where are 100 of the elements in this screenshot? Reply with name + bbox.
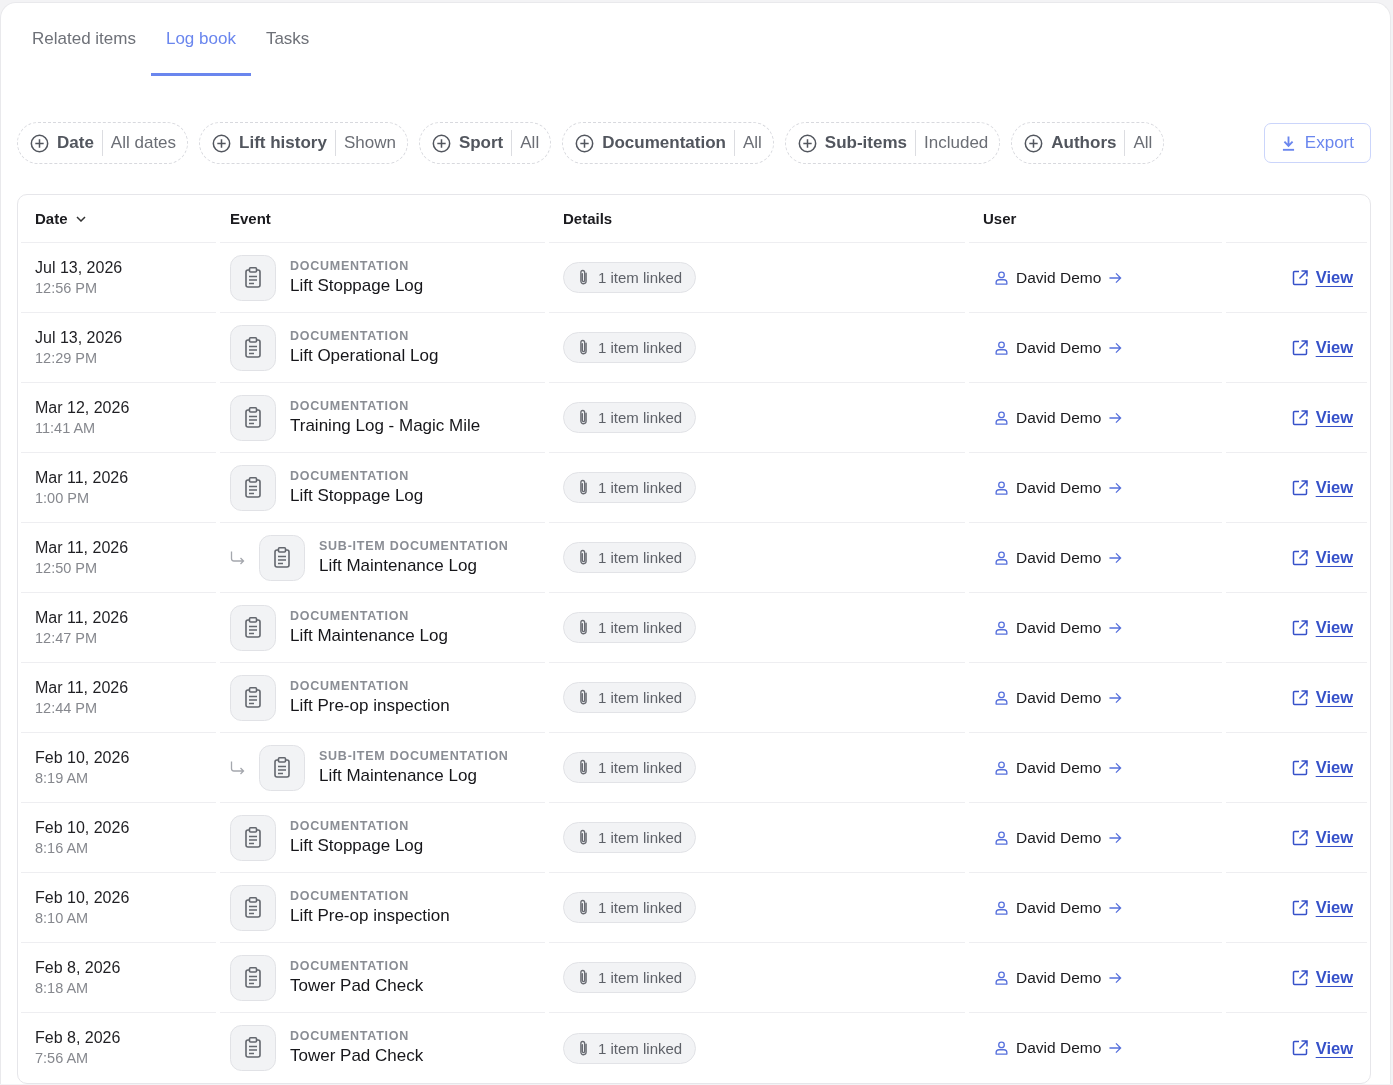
external-link-icon [1291,689,1308,706]
linked-items-chip[interactable]: 1 item linked [563,892,697,923]
clipboard-icon [259,534,305,581]
filter-chip[interactable]: Date All dates [17,122,189,164]
external-link-icon [1291,549,1308,566]
date-text: Mar 11, 2026 [35,677,129,698]
plus-circle-icon [575,133,595,153]
date-text: Feb 10, 2026 [35,747,130,768]
linked-items-chip[interactable]: 1 item linked [563,1032,697,1064]
clipboard-icon [230,394,276,441]
linked-items-chip[interactable]: 1 item linked [563,472,697,503]
paperclip-icon [578,829,589,846]
filter-chip[interactable]: Sub-items Included [784,122,1001,164]
linked-items-chip[interactable]: 1 item linked [563,962,697,993]
tab[interactable]: Log book [150,3,251,76]
clipboard-icon [230,604,276,651]
date-text: Jul 13, 2026 [35,257,123,278]
paperclip-icon [578,619,589,636]
user-link[interactable]: David Demo [983,898,1135,917]
user-icon [995,620,1008,635]
user-icon [995,690,1008,705]
user-icon [995,970,1008,985]
linked-items-chip[interactable]: 1 item linked [563,612,697,643]
filter-chip[interactable]: Sport All [418,122,552,164]
paperclip-icon [578,479,589,496]
category-label: DOCUMENTATION [290,467,410,484]
linked-items-chip[interactable]: 1 item linked [563,262,697,293]
plus-circle-icon [212,133,232,153]
paperclip-icon [578,269,589,286]
view-link[interactable]: View [1291,338,1353,357]
view-link[interactable]: View [1291,548,1353,567]
tab[interactable]: Related items [17,3,151,76]
category-label: DOCUMENTATION [290,397,410,414]
view-link[interactable]: View [1291,898,1353,917]
external-link-icon [1291,969,1308,986]
paperclip-icon [578,759,589,776]
linked-items-chip[interactable]: 1 item linked [563,542,697,573]
view-link[interactable]: View [1291,968,1353,987]
linked-items-chip[interactable]: 1 item linked [563,332,697,363]
category-label: DOCUMENTATION [290,607,410,624]
view-link[interactable]: View [1291,828,1353,847]
clipboard-icon [230,954,276,1001]
filter-chip[interactable]: Documentation All [562,122,774,164]
clipboard-icon [230,814,276,861]
user-link[interactable]: David Demo [983,268,1135,287]
event-title: Lift Pre-op inspection [290,904,450,927]
user-link[interactable]: David Demo [983,758,1135,777]
time-text: 8:19 AM [35,768,89,788]
linked-items-chip[interactable]: 1 item linked [563,682,697,713]
external-link-icon [1291,829,1308,846]
view-link[interactable]: View [1291,1038,1353,1058]
external-link-icon [1291,269,1308,286]
clipboard-icon [259,744,305,791]
linked-items-chip[interactable]: 1 item linked [563,822,697,853]
clipboard-icon [230,254,276,301]
user-link[interactable]: David Demo [983,1039,1135,1057]
user-link[interactable]: David Demo [983,338,1135,357]
paperclip-icon [578,689,589,706]
user-icon [995,480,1008,495]
paperclip-icon [578,549,589,566]
view-link[interactable]: View [1291,268,1353,287]
clipboard-icon [230,324,276,371]
user-link[interactable]: David Demo [983,968,1135,987]
arrow-right-icon [1109,971,1123,984]
column-header: Event [230,210,271,227]
view-link[interactable]: View [1291,758,1353,777]
linked-items-chip[interactable]: 1 item linked [563,402,697,433]
chevron-down-icon [75,215,86,222]
view-link[interactable]: View [1291,618,1353,637]
time-text: 7:56 AM [35,1049,89,1068]
date-text: Feb 8, 2026 [35,1028,121,1048]
date-text: Mar 11, 2026 [35,467,129,488]
date-text: Mar 11, 2026 [35,607,129,628]
date-text: Jul 13, 2026 [35,327,123,348]
tab[interactable]: Tasks [250,3,325,76]
plus-circle-icon [797,133,817,153]
external-link-icon [1291,409,1308,426]
event-title: Lift Stoppage Log [290,834,424,857]
filter-chip[interactable]: Authors All [1011,122,1165,164]
view-link[interactable]: View [1291,408,1353,427]
user-link[interactable]: David Demo [983,478,1135,497]
filter-chip[interactable]: Lift history Shown [199,122,408,164]
plus-circle-icon [1024,133,1044,153]
time-text: 1:00 PM [35,488,89,508]
linked-items-chip[interactable]: 1 item linked [563,752,697,783]
date-text: Mar 12, 2026 [35,397,130,418]
user-link[interactable]: David Demo [983,618,1135,637]
user-link[interactable]: David Demo [983,548,1135,567]
time-text: 12:50 PM [35,558,98,578]
event-title: Lift Maintenance Log [319,764,478,787]
user-link[interactable]: David Demo [983,408,1135,427]
arrow-right-icon [1109,481,1123,494]
export-button[interactable]: Export [1263,123,1371,163]
arrow-right-icon [1109,691,1123,704]
view-link[interactable]: View [1291,478,1353,497]
user-link[interactable]: David Demo [983,828,1135,847]
user-link[interactable]: David Demo [983,688,1135,707]
column-header[interactable]: Date [35,210,86,227]
view-link[interactable]: View [1291,688,1353,707]
arrow-right-icon [1109,271,1123,284]
